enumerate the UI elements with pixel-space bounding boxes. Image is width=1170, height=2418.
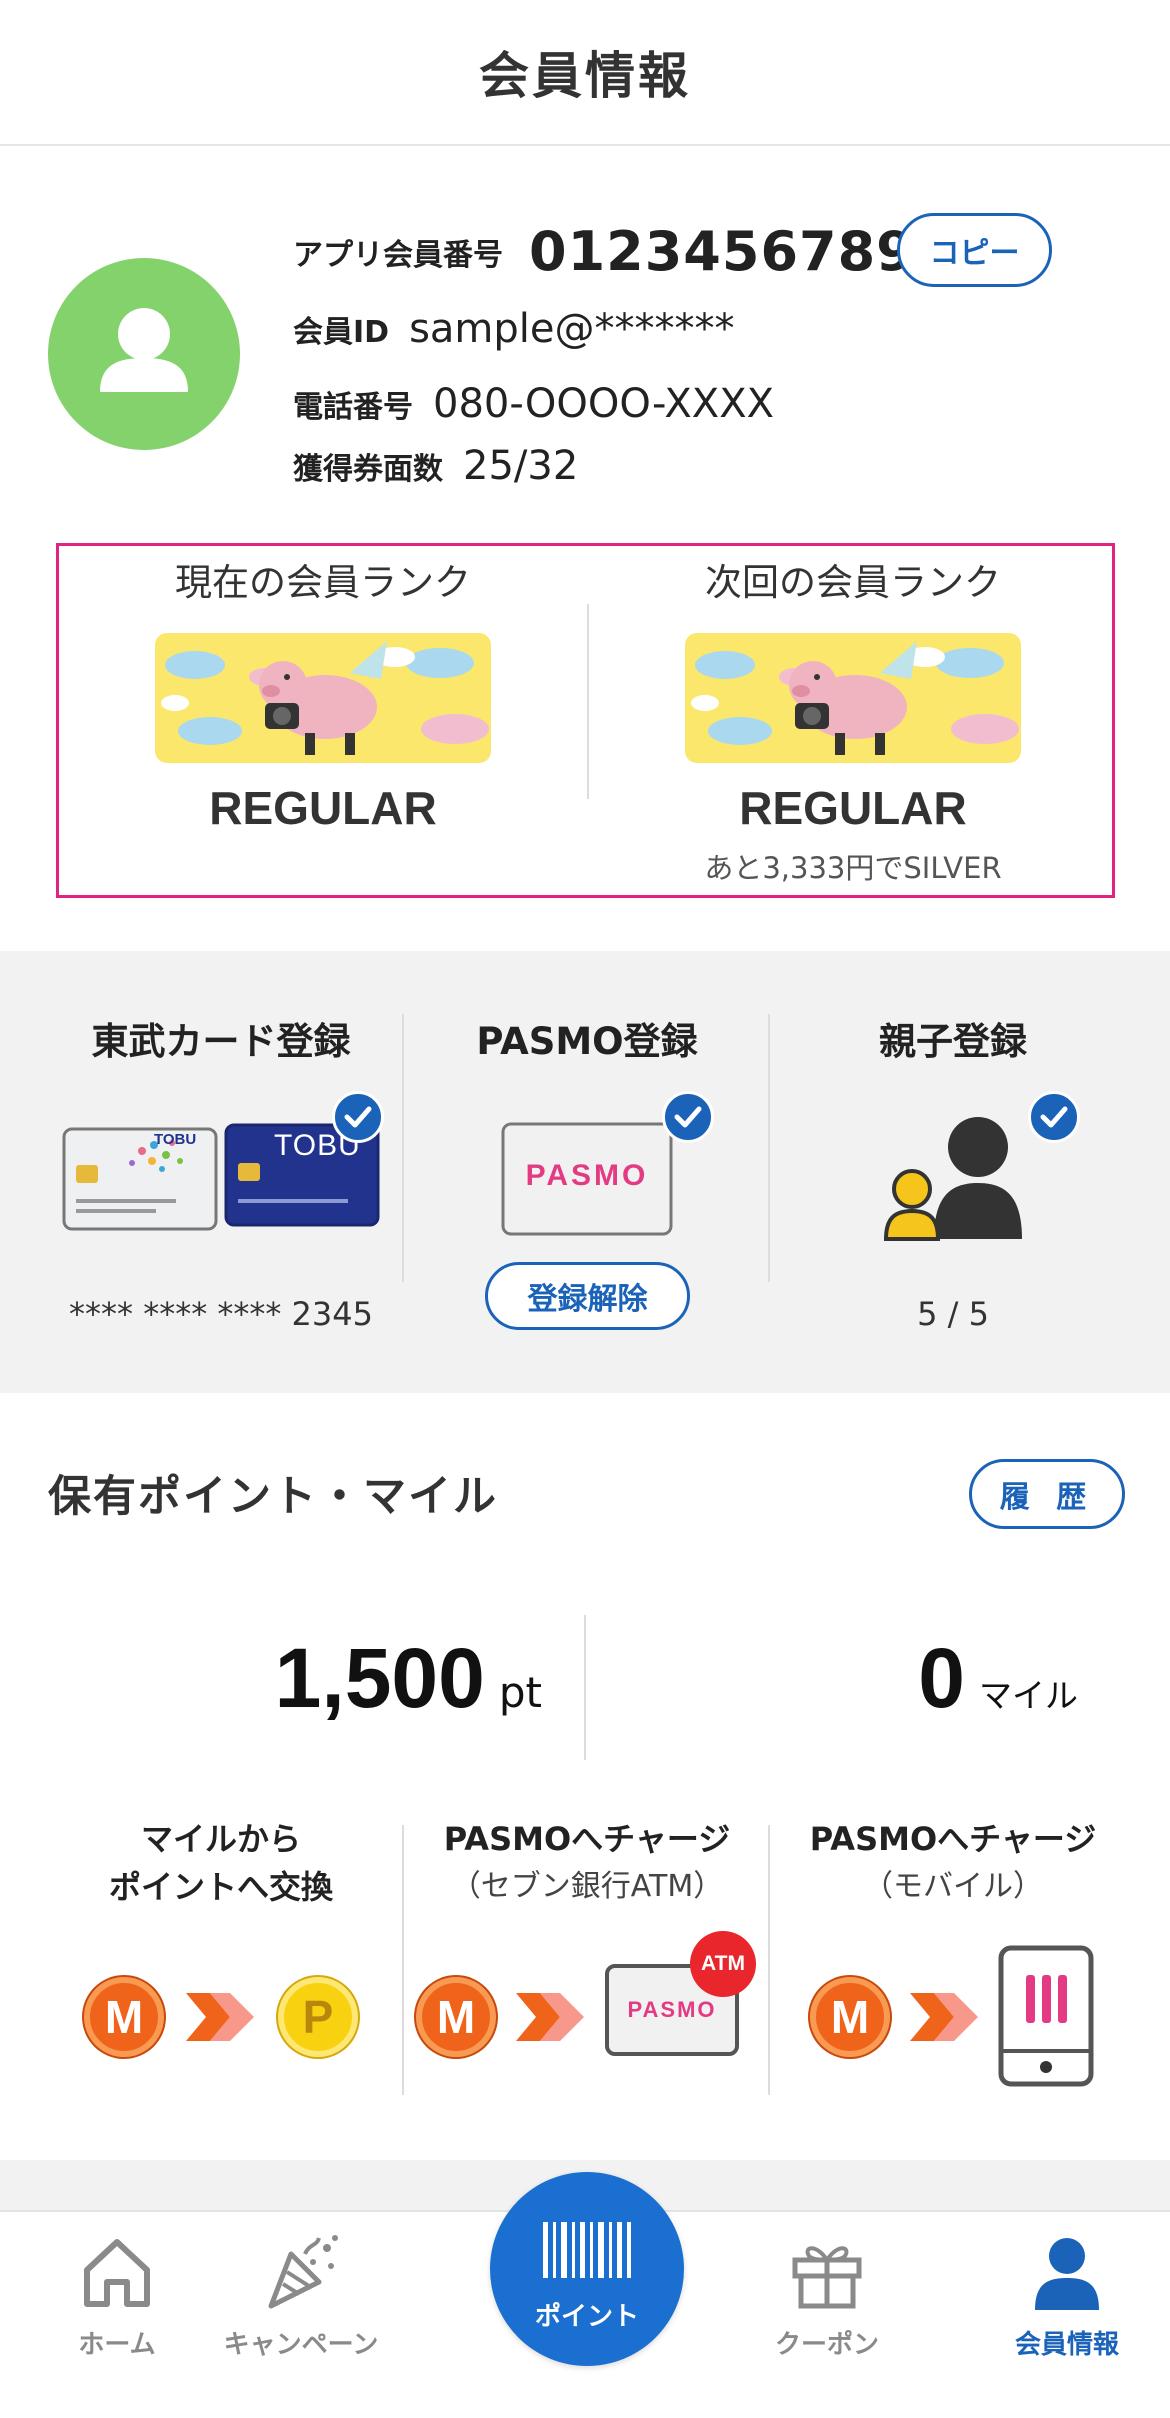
- exchange-miles-to-points[interactable]: マイルから ポイントへ交換 M P: [38, 1815, 404, 2105]
- tickets-row: 獲得券面数 25/32: [293, 443, 578, 489]
- tobu-card-number: **** **** **** 2345: [69, 1295, 373, 1333]
- phone-number: 080-OOOO-XXXX: [433, 381, 774, 427]
- pasmo-logo: PASMO: [525, 1159, 649, 1192]
- person-icon: [1035, 2238, 1099, 2310]
- mile-coin-icon: M: [84, 1977, 164, 2057]
- tab-points[interactable]: ポイント: [490, 2172, 684, 2366]
- double-chevron-icon: [516, 1993, 584, 2041]
- tobu-card-registration[interactable]: 東武カード登録 TOBU TOBU **** **** **** 2345: [38, 951, 404, 1393]
- person-icon: [100, 308, 188, 392]
- charge-pasmo-atm[interactable]: PASMOへチャージ （セブン銀行ATM） M PASMO ATM: [404, 1815, 770, 2105]
- pasmo-title: PASMO登録: [476, 1020, 698, 1063]
- action-title: ポイントへ交換: [108, 1868, 333, 1906]
- check-icon: [332, 1091, 384, 1143]
- action-subtitle: （セブン銀行ATM）: [450, 1869, 724, 1904]
- mile-coin-icon: M: [416, 1977, 496, 2057]
- double-chevron-icon: [910, 1993, 978, 2041]
- copy-button[interactable]: コピー: [897, 213, 1052, 287]
- miles-unit: マイル: [979, 1676, 1078, 1715]
- phone-row: 電話番号 080-OOOO-XXXX: [293, 381, 774, 427]
- pasmo-unregister-button[interactable]: 登録解除: [485, 1262, 690, 1330]
- tab-coupon[interactable]: クーポン: [710, 2212, 944, 2418]
- tab-label: ポイント: [534, 2302, 639, 2332]
- history-button[interactable]: 履 歴: [969, 1459, 1125, 1529]
- tab-member-info[interactable]: 会員情報: [950, 2212, 1170, 2418]
- home-icon: [84, 2239, 150, 2307]
- tab-campaign[interactable]: キャンペーン: [184, 2212, 418, 2418]
- tab-label: クーポン: [774, 2330, 879, 2360]
- member-id-row: 会員ID sample@*******: [293, 306, 735, 352]
- family-icon: [883, 1117, 1022, 1241]
- tobu-card-logo-small: TOBU: [154, 1131, 197, 1148]
- family-title: 親子登録: [879, 1020, 1027, 1063]
- mile-coin-icon: M: [810, 1977, 890, 2057]
- points-section-title: 保有ポイント・マイル: [48, 1472, 498, 1522]
- tab-label: 会員情報: [1014, 2330, 1119, 2360]
- check-icon: [662, 1091, 714, 1143]
- next-rank-name: REGULAR: [739, 782, 967, 834]
- family-registration[interactable]: 親子登録 5 / 5: [770, 951, 1136, 1393]
- app-member-number-row: アプリ会員番号 0123456789: [293, 220, 915, 283]
- current-rank-name: REGULAR: [209, 782, 437, 834]
- charge-pasmo-mobile[interactable]: PASMOへチャージ （モバイル） M: [770, 1815, 1136, 2105]
- point-coin-icon: P: [278, 1977, 358, 2057]
- tab-label: キャンペーン: [223, 2330, 379, 2360]
- app-member-number-label: アプリ会員番号: [293, 237, 503, 273]
- page-title: 会員情報: [479, 47, 691, 105]
- rank-pig-illustration: [685, 633, 1021, 763]
- gift-icon: [792, 2246, 862, 2309]
- rank-pig-illustration: [155, 633, 491, 763]
- next-rank-title: 次回の会員ランク: [705, 561, 1001, 604]
- action-title: PASMOへチャージ: [443, 1820, 731, 1858]
- party-popper-icon: [268, 2235, 338, 2309]
- current-rank-title: 現在の会員ランク: [175, 561, 471, 604]
- miles-value: 0: [918, 1631, 965, 1725]
- app-header: 会員情報: [0, 0, 1170, 146]
- atm-badge: ATM: [690, 1931, 756, 1997]
- phone-label: 電話番号: [293, 390, 413, 425]
- next-rank: 次回の会員ランク REGULAR あと3,333円でSILVER: [589, 546, 1117, 887]
- balance-divider: [584, 1615, 586, 1760]
- barcode-icon: [543, 2222, 631, 2278]
- tobu-card-title: 東武カード登録: [91, 1020, 351, 1063]
- family-count: 5 / 5: [917, 1295, 989, 1333]
- points-balance: 1,500 pt: [275, 1630, 542, 1727]
- miles-balance: 0 マイル: [918, 1630, 1078, 1727]
- member-id-label: 会員ID: [293, 315, 390, 350]
- double-chevron-icon: [186, 1993, 254, 2041]
- member-id: sample@*******: [409, 306, 735, 352]
- check-icon: [1028, 1091, 1080, 1143]
- app-member-number: 0123456789: [529, 220, 915, 283]
- avatar: [48, 258, 240, 450]
- pasmo-logo: PASMO: [627, 1997, 717, 2022]
- tickets-label: 獲得券面数: [293, 452, 443, 487]
- current-rank: 現在の会員ランク REGULAR: [59, 546, 587, 835]
- smartphone-icon: [998, 1945, 1094, 2087]
- points-value: 1,500: [274, 1631, 485, 1725]
- action-title: PASMOへチャージ: [809, 1820, 1097, 1858]
- action-subtitle: （モバイル）: [863, 1869, 1043, 1904]
- tickets-count: 25/32: [463, 443, 579, 489]
- member-rank-panel: 現在の会員ランク REGULAR 次回の会員ランク REGULAR あと3,33…: [56, 543, 1115, 898]
- points-unit: pt: [498, 1668, 542, 1717]
- next-rank-note: あと3,333円でSILVER: [704, 851, 1002, 885]
- action-title: マイルから: [140, 1820, 301, 1858]
